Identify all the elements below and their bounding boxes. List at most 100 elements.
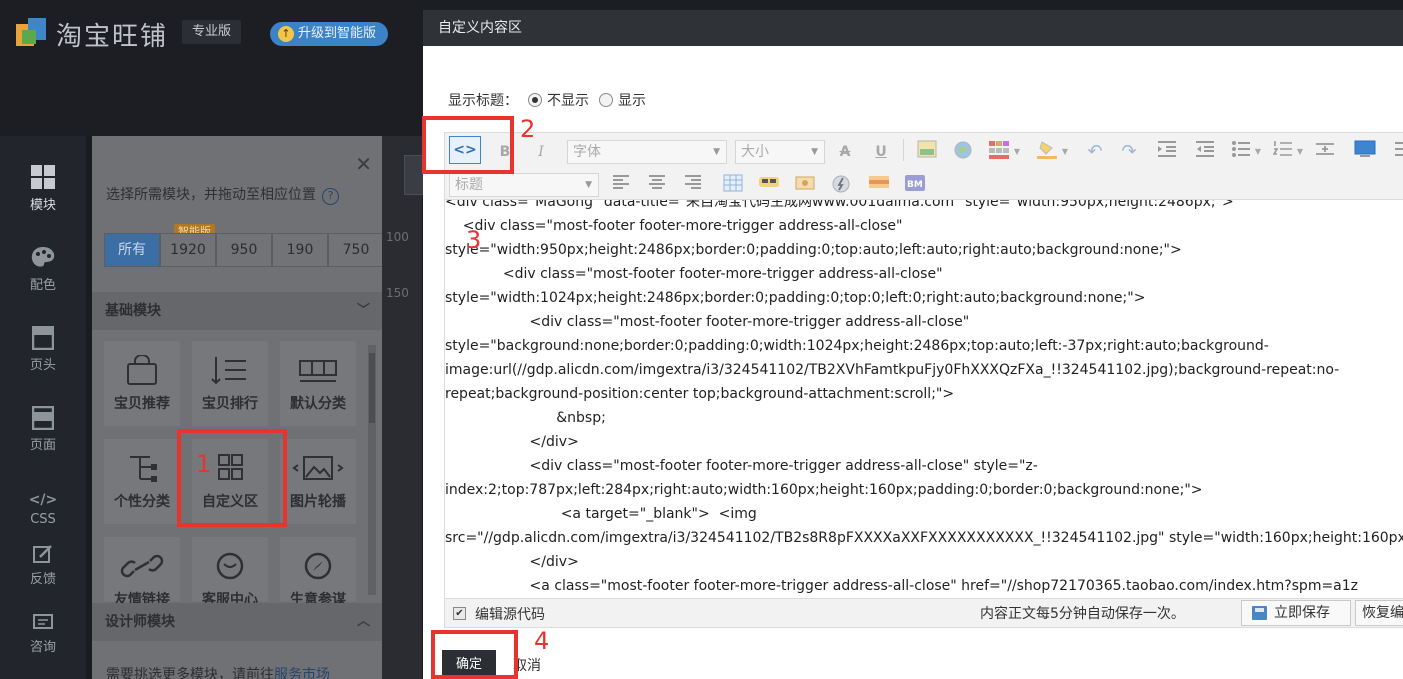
panel-footer-text: 需要挑选更多模块，请前往 [106,667,274,679]
underline-button[interactable]: U [869,140,893,164]
canvas-area [382,136,422,679]
heading-select[interactable]: 标题 ▼ [449,173,599,197]
font-family-select[interactable]: 字体 ▼ [567,140,727,164]
edition-badge: 专业版 [182,20,241,44]
bag-icon [104,355,180,385]
annotation-box-2 [422,116,514,174]
highlight-color-icon[interactable] [1035,140,1059,164]
dropdown-arrow-icon: ▼ [713,141,720,163]
insert-image-icon[interactable] [793,174,817,198]
module-item-ranking[interactable]: 宝贝排行 [192,341,268,426]
emoticon-icon[interactable] [757,174,781,198]
dropdown-arrow-icon: ▼ [811,141,818,163]
nav-label: 页面 [30,438,56,453]
globe-icon[interactable] [951,140,975,164]
table-color-icon[interactable] [987,140,1011,164]
edit-source-checkbox[interactable]: ✔ [453,607,466,620]
save-now-label: 立即保存 [1274,605,1330,621]
section-title: 设计师模块 [105,614,175,630]
align-right-icon[interactable] [681,174,705,198]
upgrade-button[interactable]: ↑ 升级到智能版 [270,22,388,46]
panel-footer: 需要挑选更多模块，请前往服务市场 [106,664,330,679]
ruler-mark: 100 [386,230,409,244]
ruler-mark: 150 [386,286,409,300]
undo-icon[interactable]: ↶ [1083,140,1107,164]
service-market-link[interactable]: 服务市场 [274,667,330,679]
annotation-box-1 [177,429,287,527]
nav-label: 咨询 [30,640,56,655]
panel-scrollbar[interactable] [368,345,376,595]
module-item-service-center[interactable]: 客服中心 [192,537,268,601]
code-line: <div class="most-footer footer-more-trig… [445,454,1038,478]
source-code-editor[interactable]: <div class="MaGong" data-title="来自淘宝代码生成… [444,200,1403,598]
numbered-list-icon[interactable] [1271,140,1295,164]
nav-item-feedback[interactable]: 反馈 [0,544,86,587]
italic-button[interactable]: I [529,140,553,164]
section-basic-modules[interactable]: 基础模块 ﹀ [92,292,382,330]
radio-checked-icon [528,93,542,107]
restore-button[interactable]: 恢复编 [1355,600,1403,626]
autosave-notice: 内容正文每5分钟自动保存一次。 [980,603,1185,623]
strikethrough-button[interactable]: A [833,140,857,164]
nav-item-modules[interactable]: 模块 [0,164,86,213]
compass-icon [280,551,356,581]
tab-750[interactable]: 750 [328,233,384,267]
font-size-select[interactable]: 大小 ▼ [735,140,825,164]
dropdown-arrow-icon[interactable]: ▼ [1012,140,1022,164]
annotation-number: 1 [196,450,211,478]
upgrade-arrow-icon: ↑ [278,26,294,42]
module-item-custom-category[interactable]: 个性分类 [104,439,180,524]
line-height-icon[interactable] [1313,140,1337,164]
nav-item-consult[interactable]: 咨询 [0,614,86,655]
outdent-icon[interactable] [1193,140,1217,164]
radio-hide-title[interactable]: 不显示 [528,90,589,110]
code-line: </div> [445,430,579,454]
table-icon[interactable] [721,174,745,198]
width-filter-tabs: 所有 1920 950 190 750 [104,233,384,267]
tab-950[interactable]: 950 [216,233,272,267]
module-item-business-advisor[interactable]: 生意参谋 [280,537,356,601]
left-nav: 模块 配色 页头 页面 </> CSS 反馈 [0,136,86,679]
redo-icon[interactable]: ↷ [1117,140,1141,164]
tab-all[interactable]: 所有 [104,233,160,267]
radio-show-title[interactable]: 显示 [599,90,646,110]
close-icon[interactable]: ✕ [355,152,372,176]
gallery-icon[interactable] [867,174,891,198]
code-line: src="//gdp.alicdn.com/imgextra/i3/324541… [445,526,1403,550]
module-item-recommend[interactable]: 宝贝推荐 [104,341,180,426]
flash-icon[interactable] [829,174,853,198]
dropdown-arrow-icon[interactable]: ▼ [1295,140,1305,164]
nav-item-page-header[interactable]: 页头 [0,326,86,373]
nav-item-css[interactable]: </> CSS [0,492,86,527]
module-item-friend-link[interactable]: 友情链接 [104,537,180,601]
dropdown-arrow-icon[interactable]: ▼ [1060,140,1070,164]
module-item-default-category[interactable]: 默认分类 [280,341,356,426]
bullet-list-icon[interactable] [1229,140,1253,164]
category-icon [280,355,356,385]
image-icon[interactable] [915,140,939,164]
preview-icon[interactable] [1353,140,1377,164]
dropdown-arrow-icon[interactable]: ▼ [1253,140,1263,164]
align-left-icon[interactable] [609,174,633,198]
module-label: 图片轮播 [280,491,356,511]
svg-text:BM: BM [907,180,923,190]
scrollbar-thumb[interactable] [369,353,375,423]
bm-icon[interactable]: BM [903,174,927,198]
section-designer-modules[interactable]: 设计师模块 ︿ [92,603,382,641]
code-line: <div class="most-footer footer-more-trig… [445,310,969,334]
radio-label: 不显示 [547,90,589,110]
more-tools-icon[interactable] [1389,140,1403,164]
upgrade-label: 升级到智能版 [298,26,376,41]
align-center-icon[interactable] [645,174,669,198]
panel-hint: 选择所需模块，并拖动至相应位置? [106,184,339,205]
nav-item-page[interactable]: 页面 [0,406,86,453]
module-item-carousel[interactable]: 图片轮播 [280,439,356,524]
help-icon[interactable]: ? [322,188,339,205]
tab-1920[interactable]: 1920 [160,233,216,267]
nav-item-colors[interactable]: 配色 [0,246,86,293]
app-title: 淘宝旺铺 [56,16,168,53]
annotation-number: 4 [534,627,549,655]
tab-190[interactable]: 190 [272,233,328,267]
save-now-button[interactable]: 立即保存 [1241,600,1351,626]
indent-icon[interactable] [1155,140,1179,164]
